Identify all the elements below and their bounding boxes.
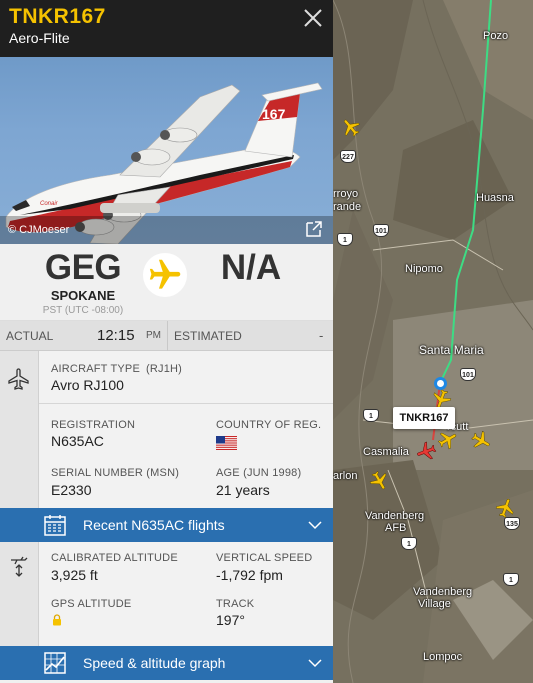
- route-shield-1b: 1: [363, 409, 379, 422]
- serial-label: SERIAL NUMBER (MSN): [51, 467, 180, 479]
- vertical-speed-label: VERTICAL SPEED: [216, 552, 313, 564]
- recent-flights-button[interactable]: Recent N635AC flights: [0, 508, 333, 542]
- aircraft-photo[interactable]: 167 Conair © CJMoeser: [0, 57, 333, 244]
- chevron-down-icon: [308, 521, 322, 530]
- altitude-icon: [11, 556, 28, 577]
- registration-value: N635AC: [51, 433, 104, 449]
- track-value: 197°: [216, 612, 245, 628]
- aircraft-type-value: Avro RJ100: [51, 377, 124, 393]
- panel-header: TNKR167 Aero-Flite: [0, 0, 333, 57]
- track-label: TRACK: [216, 598, 255, 610]
- route-shield-1a: 1: [337, 233, 353, 246]
- aircraft-icon: [8, 368, 29, 390]
- map-label-santa-maria: Santa Maria: [419, 343, 484, 357]
- actual-time: 12:15: [97, 327, 135, 344]
- map-label-casmalia: Casmalia: [363, 446, 409, 458]
- map-view[interactable]: Pozo rroyo rande Huasna Nipomo Santa Mar…: [333, 0, 533, 683]
- calibrated-altitude-label: CALIBRATED ALTITUDE: [51, 552, 178, 564]
- flight-info-panel: TNKR167 Aero-Flite 167 Conair © CJMoeser…: [0, 0, 333, 683]
- divider: [167, 321, 168, 351]
- map-label-afb: AFB: [385, 522, 407, 534]
- map-label-arlon: arlon: [333, 470, 358, 482]
- map-label-nipomo: Nipomo: [405, 263, 443, 275]
- age-label: AGE (JUN 1998): [216, 467, 302, 479]
- map-label-vandenberg-village-2: Village: [418, 598, 451, 610]
- country-label: COUNTRY OF REG.: [216, 419, 322, 431]
- map-label-arroyo: rroyo: [333, 188, 359, 200]
- estimated-value: -: [319, 328, 324, 343]
- origin-city: SPOKANE: [50, 288, 116, 303]
- graph-icon: [44, 652, 66, 674]
- aircraft-type-code: (RJ1H): [146, 363, 183, 375]
- chevron-down-icon: [308, 659, 322, 668]
- aircraft-side-column: [0, 351, 39, 508]
- airplane-icon: [143, 253, 187, 297]
- aircraft-type-label: AIRCRAFT TYPE: [51, 363, 140, 375]
- map-label-grande: rande: [333, 201, 362, 213]
- route-section: GEG SPOKANE PST (UTC -08:00) N/A: [0, 244, 333, 321]
- actual-ampm: PM: [146, 330, 161, 341]
- age-value: 21 years: [216, 482, 270, 498]
- route-shield-1d: 1: [503, 573, 519, 586]
- route-shield-101b: 101: [460, 368, 476, 381]
- estimated-label: ESTIMATED: [174, 329, 242, 343]
- map-label-huasna: Huasna: [476, 192, 514, 204]
- calibrated-altitude-value: 3,925 ft: [51, 567, 98, 583]
- flight-tracker-app: Pozo rroyo rande Huasna Nipomo Santa Mar…: [0, 0, 533, 683]
- flight-callsign: TNKR167: [9, 5, 106, 28]
- destination-airport-code: N/A: [220, 248, 282, 287]
- recent-flights-label: Recent N635AC flights: [83, 517, 225, 533]
- map-label-lompoc: Lompoc: [423, 651, 463, 663]
- serial-value: E2330: [51, 482, 92, 498]
- map-label-vandenberg-village-1: Vandenberg: [413, 586, 473, 598]
- origin-timezone: PST (UTC -08:00): [42, 305, 124, 316]
- airline-name: Aero-Flite: [9, 30, 70, 46]
- altitude-details: CALIBRATED ALTITUDE 3,925 ft VERTICAL SP…: [0, 542, 333, 646]
- registration-label: REGISTRATION: [51, 419, 136, 431]
- close-icon[interactable]: [302, 7, 324, 29]
- route-shield-1c: 1: [401, 537, 417, 550]
- route-shield-227: 227: [340, 150, 356, 163]
- aircraft-details: AIRCRAFT TYPE (RJ1H) Avro RJ100 REGISTRA…: [0, 351, 333, 508]
- location-pin-icon[interactable]: [434, 377, 447, 390]
- origin-airport-code[interactable]: GEG: [40, 248, 126, 288]
- map-label-pozo: Pozo: [483, 30, 509, 42]
- svg-text:167: 167: [262, 106, 286, 122]
- route-shield-101a: 101: [373, 224, 389, 237]
- us-flag-icon: [216, 436, 237, 450]
- aircraft-brand-text: Conair: [40, 201, 59, 207]
- divider: [39, 403, 333, 404]
- vertical-speed-value: -1,792 fpm: [216, 567, 283, 583]
- photo-credit: © CJMoeser: [8, 224, 70, 236]
- map-callsign-tag[interactable]: TNKR167: [393, 407, 455, 429]
- speed-altitude-graph-button[interactable]: Speed & altitude graph: [0, 646, 333, 680]
- gps-altitude-label: GPS ALTITUDE: [51, 598, 132, 610]
- times-row: ACTUAL 12:15 PM ESTIMATED -: [0, 321, 333, 351]
- external-link-icon[interactable]: [304, 219, 324, 239]
- altitude-side-column: [0, 542, 39, 646]
- lock-icon[interactable]: [52, 614, 62, 626]
- calendar-icon: [44, 515, 66, 536]
- speed-altitude-graph-label: Speed & altitude graph: [83, 655, 226, 671]
- map-label-vandenberg: Vandenberg: [365, 510, 425, 522]
- actual-label: ACTUAL: [6, 329, 54, 343]
